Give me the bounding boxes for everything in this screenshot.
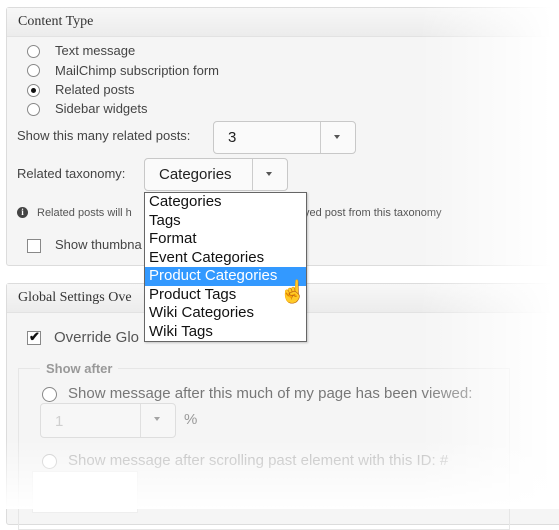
radio-scroll[interactable] [42, 454, 57, 469]
info-text-right: yed post from this taxonomy [304, 207, 442, 219]
chevron-down-icon [266, 172, 272, 176]
label-mailchimp: MailChimp subscription form [55, 63, 219, 78]
scroll-label: Show message after scrolling past elemen… [68, 452, 449, 469]
percent-select[interactable]: 1 [40, 403, 176, 438]
related-count-value: 3 [228, 129, 237, 146]
related-count-select[interactable]: 3 [213, 121, 356, 154]
chevron-down-icon [334, 135, 340, 139]
content-type-header[interactable]: Content Type [7, 8, 559, 37]
label-related-posts: Related posts [55, 82, 135, 97]
taxonomy-option[interactable]: Wiki Categories [145, 304, 306, 323]
radio-viewed[interactable] [42, 387, 57, 402]
taxonomy-dropdown-list: Categories Tags Format Event Categories … [144, 192, 307, 342]
taxonomy-option[interactable]: Event Categories [145, 249, 306, 268]
label-sidebar-widgets: Sidebar widgets [55, 101, 148, 116]
label-text-message: Text message [55, 43, 136, 58]
override-global-label: Override Glo [54, 329, 140, 346]
taxonomy-option[interactable]: Tags [145, 212, 306, 231]
viewed-label: Show message after this much of my page … [68, 385, 473, 402]
taxonomy-option[interactable]: Wiki Tags [145, 323, 306, 342]
info-icon: i [17, 207, 28, 218]
taxonomy-value: Categories [159, 166, 232, 183]
info-text-left: Related posts will h [37, 207, 132, 219]
hand-cursor-icon: ☝ [279, 279, 307, 304]
percent-value: 1 [55, 413, 64, 430]
taxonomy-option[interactable]: Categories [145, 193, 306, 212]
override-global-checkbox[interactable]: ✔ [27, 329, 41, 345]
radio-related-posts[interactable] [27, 84, 40, 97]
show-thumbnails-label: Show thumbna [55, 237, 142, 252]
checkmark-icon: ✔ [29, 329, 40, 344]
scroll-id-input[interactable] [32, 471, 138, 513]
taxonomy-label: Related taxonomy: [17, 166, 126, 181]
global-settings-title: Global Settings Ove [18, 290, 132, 305]
show-thumbnails-checkbox[interactable] [27, 239, 41, 253]
related-count-label: Show this many related posts: [17, 128, 191, 143]
content-type-title: Content Type [18, 14, 94, 29]
radio-mailchimp[interactable] [27, 64, 40, 77]
taxonomy-option[interactable]: Format [145, 230, 306, 249]
taxonomy-select[interactable]: Categories [144, 158, 288, 191]
percent-unit: % [184, 411, 198, 428]
show-after-legend: Show after [40, 361, 119, 376]
radio-sidebar-widgets[interactable] [27, 103, 40, 116]
chevron-down-icon [154, 417, 160, 421]
radio-text-message[interactable] [27, 45, 40, 58]
